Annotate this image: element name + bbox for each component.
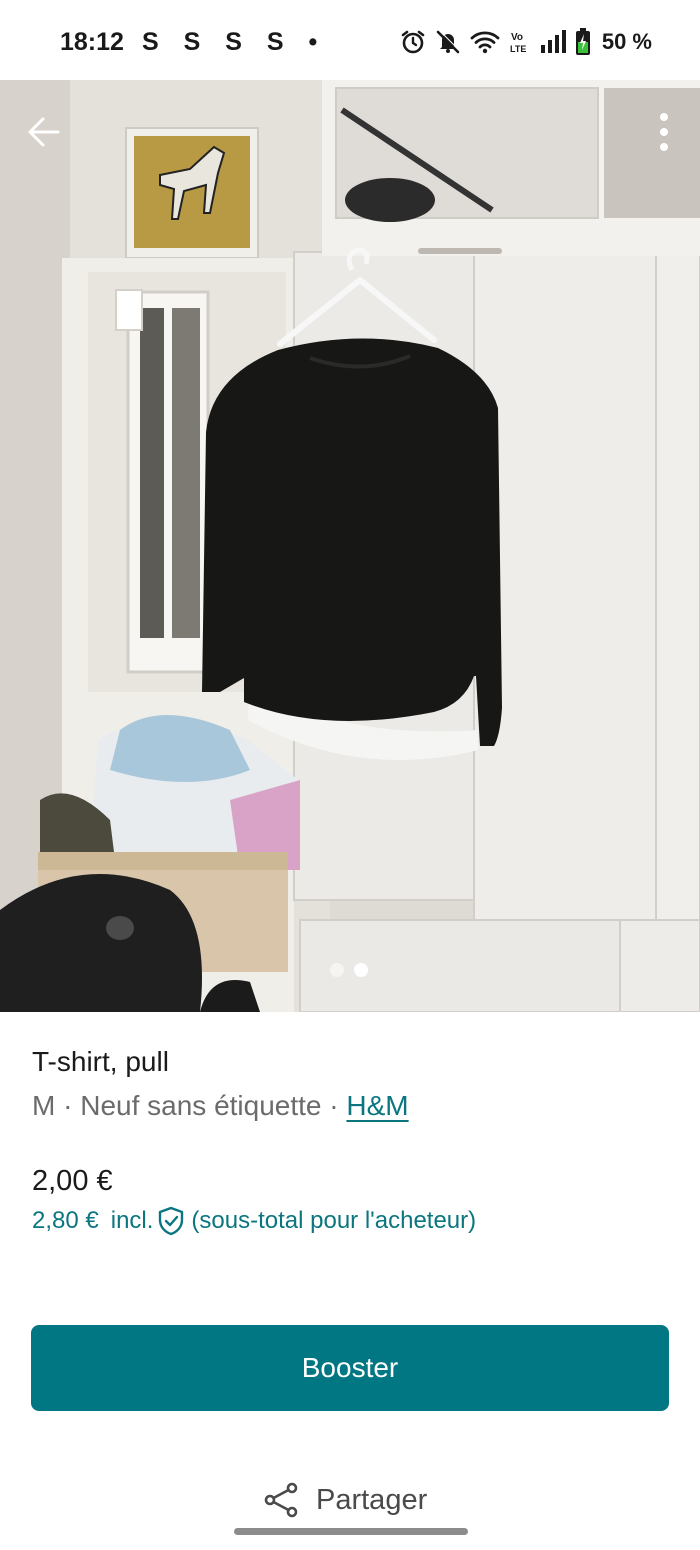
booster-button[interactable]: Booster: [31, 1325, 669, 1411]
item-condition: Neuf sans étiquette: [80, 1090, 322, 1121]
arrow-left-icon: [28, 117, 60, 147]
item-price: 2,00 €: [32, 1165, 113, 1197]
svg-text:LTE: LTE: [510, 44, 526, 54]
battery-percentage: 50 %: [601, 29, 652, 54]
gallery-pagination: [330, 963, 368, 977]
incl-label: incl.: [110, 1207, 154, 1234]
svg-text:Vo: Vo: [511, 32, 523, 43]
status-right-icons: Vo LTE 50 %: [400, 26, 652, 58]
price-with-protection[interactable]: 2,80 € incl. (sous-total pour l'acheteur…: [32, 1206, 476, 1236]
home-indicator[interactable]: [234, 1528, 468, 1535]
more-options-button[interactable]: [650, 108, 678, 156]
battery-charging-icon: [575, 27, 591, 57]
notification-icons: S S S S •: [142, 28, 327, 56]
mute-icon: [435, 27, 461, 57]
volte-icon: Vo LTE: [509, 27, 531, 57]
more-vertical-icon: [660, 113, 668, 151]
signal-icon: [540, 27, 566, 57]
buyer-subtotal-note: (sous-total pour l'acheteur): [191, 1207, 477, 1234]
alarm-icon: [400, 27, 426, 57]
product-photo-gallery[interactable]: [0, 80, 700, 1012]
total-price: 2,80 €: [32, 1207, 99, 1234]
share-icon: [264, 1482, 298, 1518]
item-size: M: [32, 1090, 56, 1121]
status-time: 18:12: [60, 28, 124, 56]
brand-link[interactable]: H&M: [346, 1090, 408, 1121]
shield-check-icon: [157, 1206, 185, 1236]
back-button[interactable]: [22, 110, 66, 154]
meta-separator: ·: [63, 1090, 73, 1121]
item-meta: M · Neuf sans étiquette · H&M: [32, 1090, 409, 1122]
share-label: Partager: [316, 1483, 428, 1516]
gallery-dot-active[interactable]: [354, 963, 368, 977]
item-title: T-shirt, pull: [32, 1046, 169, 1077]
share-button[interactable]: Partager: [262, 1478, 427, 1522]
gallery-dot[interactable]: [330, 963, 344, 977]
wifi-icon: [470, 27, 500, 57]
status-bar: 18:12 S S S S • Vo LTE 50 %: [0, 0, 700, 80]
meta-separator: ·: [329, 1090, 339, 1121]
product-photo: [0, 80, 700, 1012]
